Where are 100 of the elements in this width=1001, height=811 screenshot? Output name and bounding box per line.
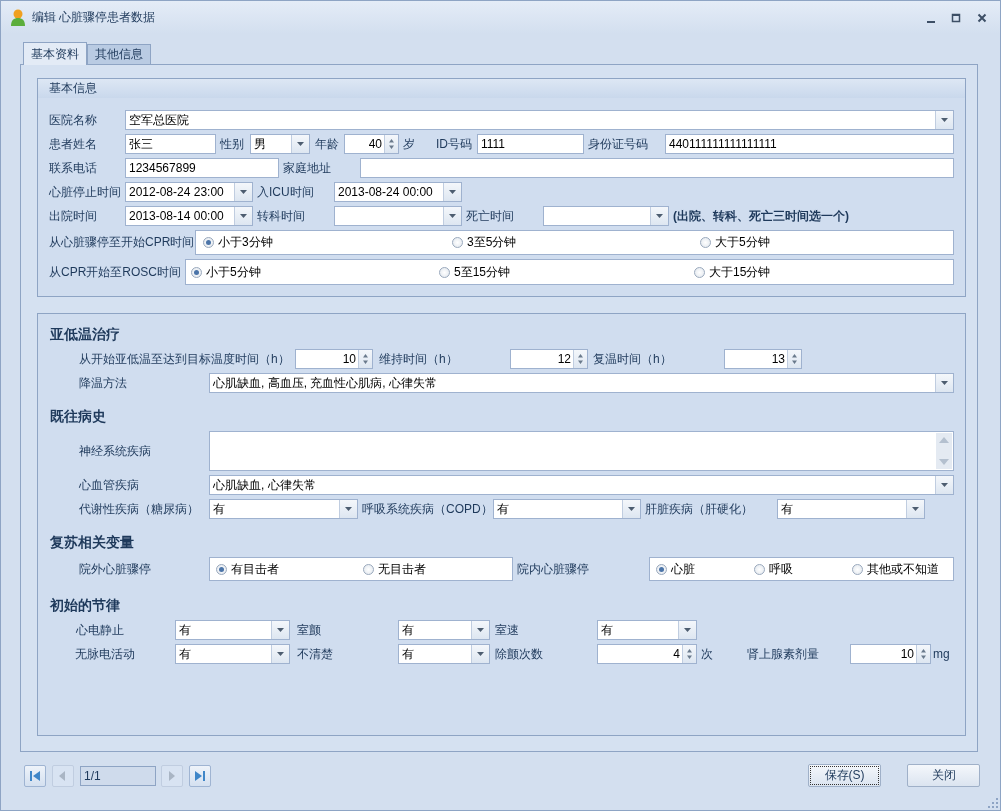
- tab[interactable]: 基本资料: [23, 42, 87, 65]
- radio-button[interactable]: [452, 237, 463, 248]
- field-label: 从开始亚低温至达到目标温度时间（h）: [79, 350, 291, 368]
- dropdown-field[interactable]: 有: [175, 620, 290, 640]
- dropdown-field[interactable]: 有: [175, 644, 290, 664]
- radio-label[interactable]: 小于3分钟: [218, 234, 273, 251]
- radio-button[interactable]: [439, 266, 450, 278]
- dialog-button[interactable]: 保存(S): [808, 764, 881, 787]
- field-label: 入ICU时间: [257, 183, 315, 201]
- dropdown-button[interactable]: [443, 207, 461, 225]
- radio-button[interactable]: [191, 266, 202, 278]
- radio-label[interactable]: 无目击者: [378, 560, 426, 578]
- dropdown-button[interactable]: [271, 621, 289, 639]
- section-title: 复苏相关变量: [50, 534, 134, 552]
- radio-button[interactable]: [656, 563, 667, 575]
- dropdown-field[interactable]: 空军总医院: [125, 110, 954, 130]
- radio-button[interactable]: [700, 237, 711, 248]
- dropdown-field[interactable]: 有: [777, 499, 925, 519]
- dropdown-field[interactable]: 有: [398, 620, 490, 640]
- up-down-arrows-icon: [792, 354, 797, 364]
- dropdown-button[interactable]: [935, 111, 953, 129]
- radio-button[interactable]: [694, 266, 705, 278]
- dropdown-button[interactable]: [271, 645, 289, 663]
- number-field[interactable]: 12: [510, 349, 588, 369]
- dropdown-field[interactable]: 有: [209, 499, 358, 519]
- caret-icon: [449, 190, 456, 194]
- dropdown-field[interactable]: 2012-08-24 23:00: [125, 182, 253, 202]
- text-field[interactable]: 1111: [477, 134, 584, 154]
- section-title: 既往病史: [50, 408, 106, 426]
- dropdown-field[interactable]: 有: [493, 499, 641, 519]
- section-title: 亚低温治疗: [50, 326, 120, 344]
- dropdown-field[interactable]: 2013-08-14 00:00: [125, 206, 253, 226]
- spin-button[interactable]: [384, 135, 398, 153]
- dropdown-field[interactable]: 有: [597, 620, 697, 640]
- radio-label[interactable]: 小于5分钟: [206, 263, 261, 281]
- dropdown-button[interactable]: [935, 476, 953, 494]
- scrollbar[interactable]: [936, 433, 952, 469]
- text-field[interactable]: 张三: [125, 134, 216, 154]
- number-field[interactable]: 40: [344, 134, 399, 154]
- radio-label[interactable]: 5至15分钟: [454, 263, 511, 281]
- radio-button[interactable]: [852, 563, 863, 575]
- caret-icon: [477, 652, 484, 656]
- tab[interactable]: 其他信息: [87, 44, 151, 64]
- radio-label[interactable]: 有目击者: [231, 560, 279, 578]
- radio-button[interactable]: [363, 563, 374, 575]
- page-position-field[interactable]: 1/1: [80, 765, 156, 786]
- dialog-button[interactable]: 关闭: [907, 764, 980, 787]
- dropdown-button[interactable]: [443, 183, 461, 201]
- up-down-arrows-icon: [389, 139, 394, 149]
- caret-icon: [912, 507, 919, 511]
- dropdown-field[interactable]: [543, 206, 669, 226]
- field-label: 肝脏疾病（肝硬化）: [645, 500, 754, 518]
- caret-icon: [277, 628, 284, 632]
- number-field[interactable]: 4: [597, 644, 697, 664]
- dropdown-button[interactable]: [622, 500, 640, 518]
- dropdown-button[interactable]: [471, 621, 489, 639]
- text-field[interactable]: 1234567899: [125, 158, 279, 178]
- dropdown-button[interactable]: [906, 500, 924, 518]
- caret-icon: [240, 190, 247, 194]
- dropdown-button[interactable]: [234, 183, 252, 201]
- dropdown-field[interactable]: 男: [250, 134, 310, 154]
- dropdown-button[interactable]: [291, 135, 309, 153]
- radio-button[interactable]: [754, 563, 765, 575]
- dropdown-button[interactable]: [935, 374, 953, 392]
- hint-text: (出院、转科、死亡三时间选一个): [673, 207, 849, 225]
- radio-label[interactable]: 大于15分钟: [709, 263, 771, 281]
- dropdown-button[interactable]: [339, 500, 357, 518]
- number-field[interactable]: 10: [850, 644, 931, 664]
- field-label: 医院名称: [49, 111, 98, 129]
- caret-icon: [345, 507, 352, 511]
- number-field[interactable]: 13: [724, 349, 802, 369]
- dropdown-button[interactable]: [678, 621, 696, 639]
- dropdown-field[interactable]: 心肌缺血, 心律失常: [209, 475, 954, 495]
- dropdown-field[interactable]: [334, 206, 462, 226]
- radio-label[interactable]: 3至5分钟: [467, 234, 517, 251]
- radio-label[interactable]: 心脏: [671, 560, 695, 578]
- dropdown-button[interactable]: [234, 207, 252, 225]
- spin-button[interactable]: [358, 350, 372, 368]
- field-label: 室颤: [297, 621, 322, 639]
- radio-button[interactable]: [203, 237, 214, 248]
- radio-label[interactable]: 呼吸: [769, 560, 793, 578]
- spin-button[interactable]: [916, 645, 930, 663]
- dropdown-button[interactable]: [471, 645, 489, 663]
- text-field[interactable]: [360, 158, 954, 178]
- dropdown-button[interactable]: [650, 207, 668, 225]
- text-field[interactable]: 440111111111111111: [665, 134, 954, 154]
- radio-label[interactable]: 大于5分钟: [715, 234, 770, 251]
- text-area[interactable]: [209, 431, 954, 471]
- spin-button[interactable]: [573, 350, 587, 368]
- pager-button[interactable]: [189, 764, 211, 787]
- pager-button[interactable]: [24, 764, 46, 787]
- dropdown-field[interactable]: 2013-08-24 00:00: [334, 182, 462, 202]
- field-label: 不清楚: [297, 645, 334, 663]
- radio-label[interactable]: 其他或不知道: [867, 560, 939, 578]
- number-field[interactable]: 10: [295, 349, 373, 369]
- spin-button[interactable]: [787, 350, 801, 368]
- dropdown-field[interactable]: 心肌缺血, 高血压, 充血性心肌病, 心律失常: [209, 373, 954, 393]
- dropdown-field[interactable]: 有: [398, 644, 490, 664]
- spin-button[interactable]: [682, 645, 696, 663]
- radio-button[interactable]: [216, 563, 227, 575]
